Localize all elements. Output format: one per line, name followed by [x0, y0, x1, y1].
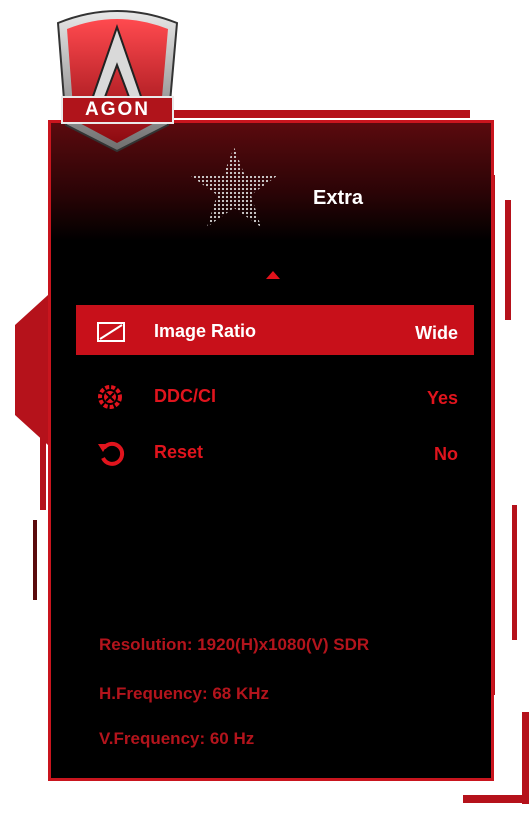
menu-item-label: Image Ratio	[154, 321, 257, 341]
osd-panel: Extra Image Ratio Wide DDC/CI Yes Reset …	[48, 120, 494, 781]
menu-item-label: Reset	[154, 442, 204, 462]
frame-left-bar	[40, 400, 46, 510]
star-icon	[189, 143, 279, 231]
frame-bottom-right-horiz	[463, 795, 529, 803]
frame-right-accent	[505, 200, 511, 320]
h-frequency-info: H.Frequency: 68 KHz	[99, 684, 270, 703]
resolution-info: Resolution: 1920(H)x1080(V) SDR	[99, 635, 370, 654]
menu-item-image-ratio[interactable]: Image Ratio Wide	[76, 305, 474, 355]
frame-top-bar	[170, 110, 470, 118]
menu-item-reset[interactable]: Reset No	[76, 426, 474, 476]
image-ratio-icon	[96, 319, 128, 345]
agon-logo: AGON	[50, 5, 185, 155]
scroll-up-arrow-icon[interactable]	[266, 271, 280, 279]
reset-icon	[96, 440, 128, 466]
frame-bottom-right-vert	[522, 712, 529, 804]
page-title: Extra	[313, 187, 364, 209]
frame-left-accent	[33, 520, 37, 600]
menu-item-ddc-ci[interactable]: DDC/CI Yes	[76, 370, 474, 420]
logo-text: AGON	[85, 99, 150, 120]
v-frequency-info: V.Frequency: 60 Hz	[99, 729, 255, 748]
menu-item-label: DDC/CI	[154, 386, 216, 406]
frame-right-accent-lower	[512, 505, 517, 640]
menu-item-value: Wide	[415, 323, 458, 343]
ddc-ci-icon	[96, 384, 128, 410]
menu-item-value: No	[434, 444, 458, 464]
menu-item-value: Yes	[426, 388, 458, 408]
